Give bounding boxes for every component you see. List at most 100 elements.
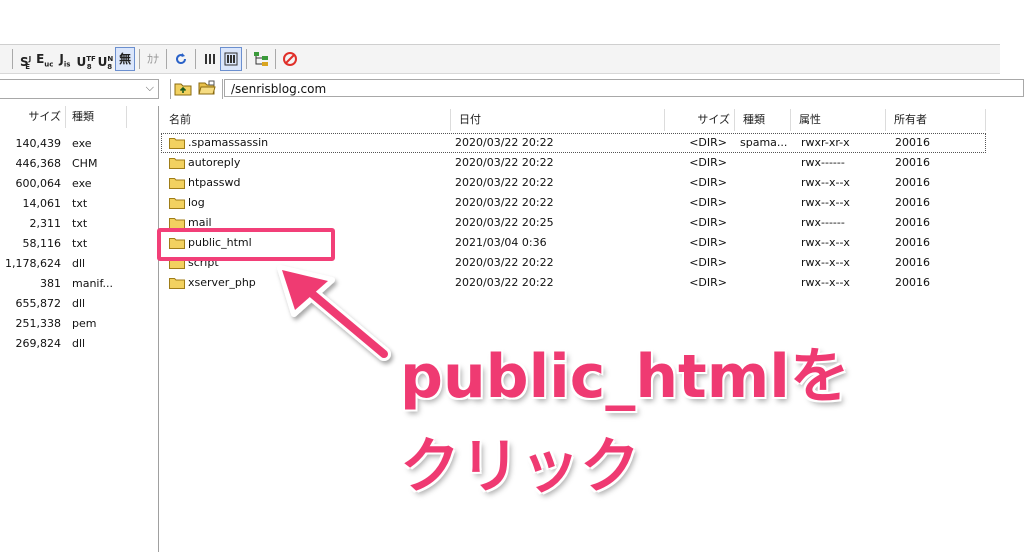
file-size: 14,061 [22,197,62,210]
toolbar-separator [139,49,141,69]
column-header-date[interactable]: 日付 [451,109,665,131]
toolbar-separator [166,49,168,69]
file-type: pem [72,317,97,330]
instruction-text-line1: public_htmlを [400,342,850,412]
euc-button[interactable]: Euc [33,48,56,70]
file-size: 655,872 [15,297,62,310]
file-attr: rwx--x--x [801,236,850,249]
file-owner: 20016 [895,136,930,149]
file-owner: 20016 [895,236,930,249]
chevron-down-icon[interactable]: ⌵ [146,81,154,95]
list-item[interactable]: 269,824 dll [0,334,158,354]
file-size: <DIR> [689,216,727,229]
toolbar-separator [12,49,13,69]
file-size: <DIR> [689,236,727,249]
file-owner: 20016 [895,196,930,209]
utf8-button[interactable]: UTF8 [73,48,95,71]
file-size: 251,338 [15,317,62,330]
column-header-size[interactable]: サイズ [665,109,735,131]
file-size: 1,178,624 [5,257,61,270]
toolbar-separator [195,49,197,69]
stop-icon[interactable] [280,48,300,70]
file-type: dll [72,257,86,270]
file-attr: rwx------ [801,216,845,229]
table-row[interactable]: htpasswd 2020/03/22 20:22 <DIR> rwx--x--… [161,173,986,193]
list-item[interactable]: 655,872 dll [0,294,158,314]
parent-folder-icon[interactable] [174,80,192,99]
remote-path-input[interactable]: /senrisblog.com [224,79,1024,97]
column-header-attr[interactable]: 属性 [791,109,886,131]
file-size: 140,439 [15,137,62,150]
file-size: <DIR> [689,136,727,149]
file-type: dll [72,297,86,310]
file-size: <DIR> [689,156,727,169]
file-attr: rwx--x--x [801,176,850,189]
file-name: .spamassassin [188,136,269,149]
column-header-name[interactable]: 名前 [161,109,451,131]
file-name: autoreply [188,156,241,169]
list-item[interactable]: 1,178,624 dll [0,254,158,274]
remote-address-bar: /senrisblog.com [166,78,1024,100]
file-attr: rwx--x--x [801,276,850,289]
file-owner: 20016 [895,216,930,229]
file-owner: 20016 [895,256,930,269]
file-size: <DIR> [689,196,727,209]
jis-button[interactable]: Jis [56,48,73,70]
list-item[interactable]: 251,338 pem [0,314,158,334]
file-attr: rwx--x--x [801,196,850,209]
list-item[interactable]: 140,439 exe [0,134,158,154]
file-type: manif... [72,277,114,290]
table-row[interactable]: autoreply 2020/03/22 20:22 <DIR> rwx----… [161,153,986,173]
file-type: dll [72,337,86,350]
file-name: htpasswd [188,176,241,189]
list-item[interactable]: 58,116 txt [0,234,158,254]
local-file-list[interactable]: サイズ 種類 140,439 exe 446,368 CHM 600,064 exe … [0,106,159,552]
file-type: txt [72,197,88,210]
refresh-icon[interactable] [171,48,191,70]
column-header-type[interactable]: 種類 [735,109,791,131]
list-item[interactable]: 2,311 txt [0,214,158,234]
tree-icon[interactable] [251,48,271,70]
detail-view-icon[interactable] [220,47,243,71]
list-item[interactable]: 446,368 CHM [0,154,158,174]
open-folder-icon[interactable] [198,80,216,99]
instruction-text-line2: クリック [400,432,640,502]
file-size: 269,824 [15,337,62,350]
file-type: exe [72,137,92,150]
file-owner: 20016 [895,176,930,189]
file-attr: rwxr-xr-x [801,136,850,149]
file-type: exe [72,177,92,190]
folder-icon [169,178,185,189]
file-size: <DIR> [689,176,727,189]
toolbar-separator [170,79,171,99]
table-row[interactable]: log 2020/03/22 20:22 <DIR> rwx--x--x 200… [161,193,986,213]
file-date: 2020/03/22 20:22 [455,136,554,149]
column-header-size[interactable]: サイズ [0,106,66,128]
toolbar-separator [246,49,248,69]
column-header-owner[interactable]: 所有者 [886,109,986,131]
file-size: 600,064 [15,177,62,190]
file-date: 2020/03/22 20:22 [455,176,554,189]
file-date: 2020/03/22 20:22 [455,276,554,289]
file-date: 2020/03/22 20:22 [455,156,554,169]
file-date: 2020/03/22 20:22 [455,196,554,209]
no-conversion-button[interactable]: 無 [115,47,136,71]
local-path-combo[interactable]: ⌵ [0,79,159,99]
toolbar-separator [275,49,277,69]
list-item[interactable]: 14,061 txt [0,194,158,214]
list-item[interactable]: 600,064 exe [0,174,158,194]
file-type: CHM [72,157,98,170]
utf8n-button[interactable]: UN8 [95,48,115,71]
file-size: 2,311 [29,217,62,230]
folder-icon [169,278,185,289]
file-date: 2021/03/04 0:36 [455,236,547,249]
folder-icon [169,158,185,169]
file-type: spama... [740,136,788,149]
file-type: txt [72,217,88,230]
sjis-button[interactable]: SJE [17,48,33,71]
kana-button[interactable]: ｶﾅ [144,48,162,70]
table-row[interactable]: .spamassassin 2020/03/22 20:22 <DIR> spa… [161,133,986,153]
column-header-type[interactable]: 種類 [72,106,127,128]
list-view-icon[interactable] [200,48,220,70]
list-item[interactable]: 381 manif... [0,274,158,294]
